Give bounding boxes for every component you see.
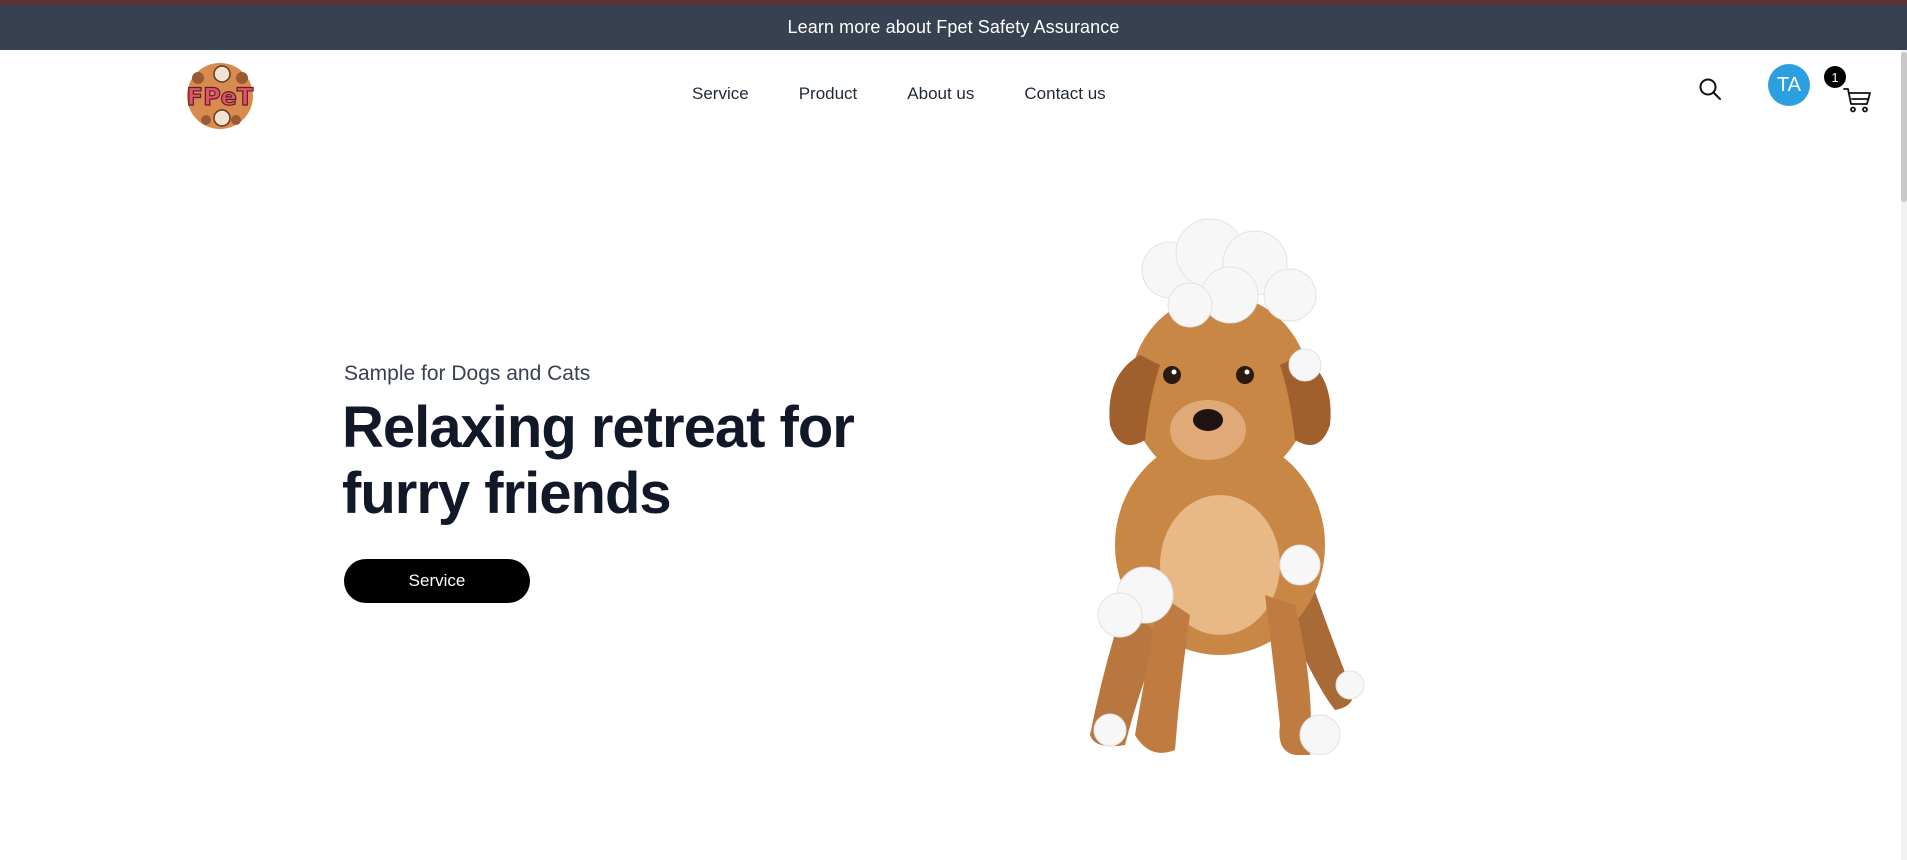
announcement-bar[interactable]: Learn more about Fpet Safety Assurance [0, 5, 1907, 50]
hero-service-button[interactable]: Service [344, 559, 530, 603]
site-header: FPeT Service Product About us Contact us… [0, 50, 1907, 138]
main-nav: Service Product About us Contact us [692, 50, 1106, 138]
hero-puppy-image [1050, 215, 1390, 756]
cart-icon[interactable] [1842, 86, 1872, 114]
search-icon[interactable] [1698, 77, 1722, 101]
logo-icon: FPeT [186, 63, 255, 129]
nav-item-service[interactable]: Service [692, 84, 749, 104]
cart-count: 1 [1831, 69, 1839, 85]
hero-kicker: Sample for Dogs and Cats [344, 362, 591, 385]
hero-title: Relaxing retreat for furry friends [342, 395, 855, 526]
cart-count-badge: 1 [1824, 66, 1846, 88]
brand-logo[interactable]: FPeT [178, 60, 262, 130]
announcement-text[interactable]: Learn more about Fpet Safety Assurance [788, 17, 1120, 38]
nav-item-contact-us[interactable]: Contact us [1024, 84, 1105, 104]
avatar-initials: TA [1776, 73, 1802, 96]
user-avatar[interactable]: TA [1768, 64, 1810, 106]
nav-item-about-us[interactable]: About us [907, 84, 974, 104]
page-scrollbar-thumb[interactable] [1901, 52, 1907, 202]
nav-item-product[interactable]: Product [799, 84, 858, 104]
svg-text:FPeT: FPeT [187, 83, 254, 111]
